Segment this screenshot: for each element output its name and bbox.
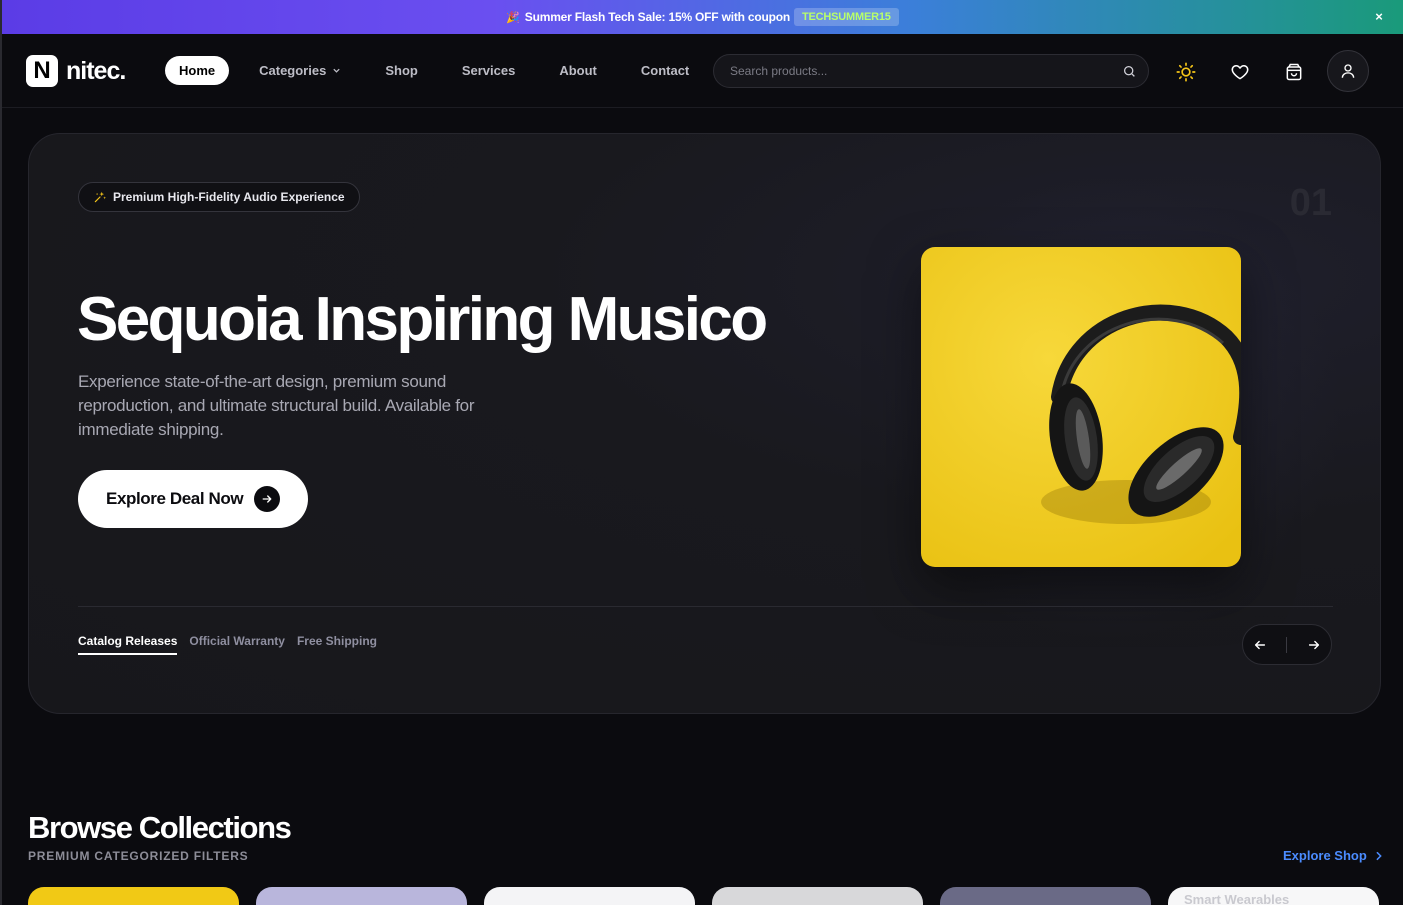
search-icon[interactable] (1123, 65, 1136, 78)
promo-bar: 🎉 Summer Flash Tech Sale: 15% OFF with c… (2, 0, 1403, 34)
nav-shop[interactable]: Shop (385, 63, 418, 78)
logo[interactable]: N nitec. (26, 55, 126, 87)
chevron-right-icon (1376, 851, 1382, 860)
collection-card[interactable] (256, 887, 467, 905)
user-icon (1341, 64, 1355, 78)
wishlist-button[interactable] (1229, 61, 1251, 83)
hero-divider (78, 606, 1333, 607)
party-icon: 🎉 (506, 11, 520, 24)
slider-nav (1242, 624, 1332, 665)
search-input[interactable] (730, 64, 1123, 78)
hero-badge: Premium High-Fidelity Audio Experience (78, 182, 360, 212)
collection-card[interactable] (940, 887, 1151, 905)
tab-official-warranty[interactable]: Official Warranty (189, 634, 285, 655)
hero-title: Sequoia Inspiring Musico (77, 285, 768, 354)
slider-nav-separator (1286, 636, 1288, 653)
coupon-code[interactable]: TECHSUMMER15 (794, 8, 899, 26)
sparkle-icon (94, 191, 107, 203)
tab-free-shipping[interactable]: Free Shipping (297, 634, 377, 655)
explore-deal-label: Explore Deal Now (106, 489, 244, 508)
arrow-right-icon[interactable] (1307, 638, 1321, 652)
sun-icon (1176, 62, 1196, 82)
chevron-down-icon (333, 68, 340, 73)
nav-home[interactable]: Home (165, 56, 230, 85)
hero-slider: Premium High-Fidelity Audio Experience 0… (28, 133, 1381, 714)
account-button[interactable] (1327, 50, 1369, 92)
explore-shop-link[interactable]: Explore Shop (1283, 848, 1383, 863)
main-nav: Home Categories Shop Services About Cont… (165, 56, 733, 85)
close-icon[interactable]: × (1373, 10, 1385, 23)
collection-card[interactable] (484, 887, 695, 905)
collection-cards: Smart Wearables (28, 887, 1396, 905)
product-image-headphones[interactable] (921, 247, 1241, 567)
explore-shop-label: Explore Shop (1283, 848, 1367, 863)
arrow-right-icon (254, 486, 280, 512)
logo-text: nitec. (66, 56, 126, 85)
nav-contact[interactable]: Contact (641, 63, 689, 78)
site-header: N nitec. Home Categories Shop Services A… (2, 34, 1403, 108)
nav-services[interactable]: Services (462, 63, 516, 78)
tab-catalog-releases[interactable]: Catalog Releases (78, 634, 178, 655)
nav-categories-label: Categories (259, 63, 327, 78)
hero-tabs: Catalog Releases Official Warranty Free … (78, 634, 389, 655)
promo-text: Summer Flash Tech Sale: 15% OFF with cou… (524, 10, 791, 24)
collection-card[interactable] (28, 887, 239, 905)
search-bar (713, 54, 1149, 88)
browse-subtitle: PREMIUM CATEGORIZED FILTERS (28, 849, 249, 863)
explore-deal-button[interactable]: Explore Deal Now (78, 470, 308, 528)
slide-number: 01 (1289, 182, 1332, 224)
logo-mark: N (26, 55, 58, 87)
heart-icon (1231, 65, 1249, 80)
nav-about[interactable]: About (559, 63, 597, 78)
hero-badge-text: Premium High-Fidelity Audio Experience (113, 190, 345, 204)
browse-title: Browse Collections (28, 810, 292, 845)
cart-icon (1286, 63, 1302, 81)
nav-categories[interactable]: Categories (259, 63, 341, 78)
hero-description: Experience state-of-the-art design, prem… (78, 372, 475, 439)
collection-card[interactable]: Smart Wearables (1168, 887, 1379, 905)
collection-card-label: Smart Wearables (1184, 892, 1290, 905)
arrow-left-icon[interactable] (1253, 638, 1267, 652)
theme-toggle[interactable] (1175, 61, 1197, 83)
collection-card[interactable] (712, 887, 923, 905)
cart-button[interactable] (1283, 61, 1305, 83)
